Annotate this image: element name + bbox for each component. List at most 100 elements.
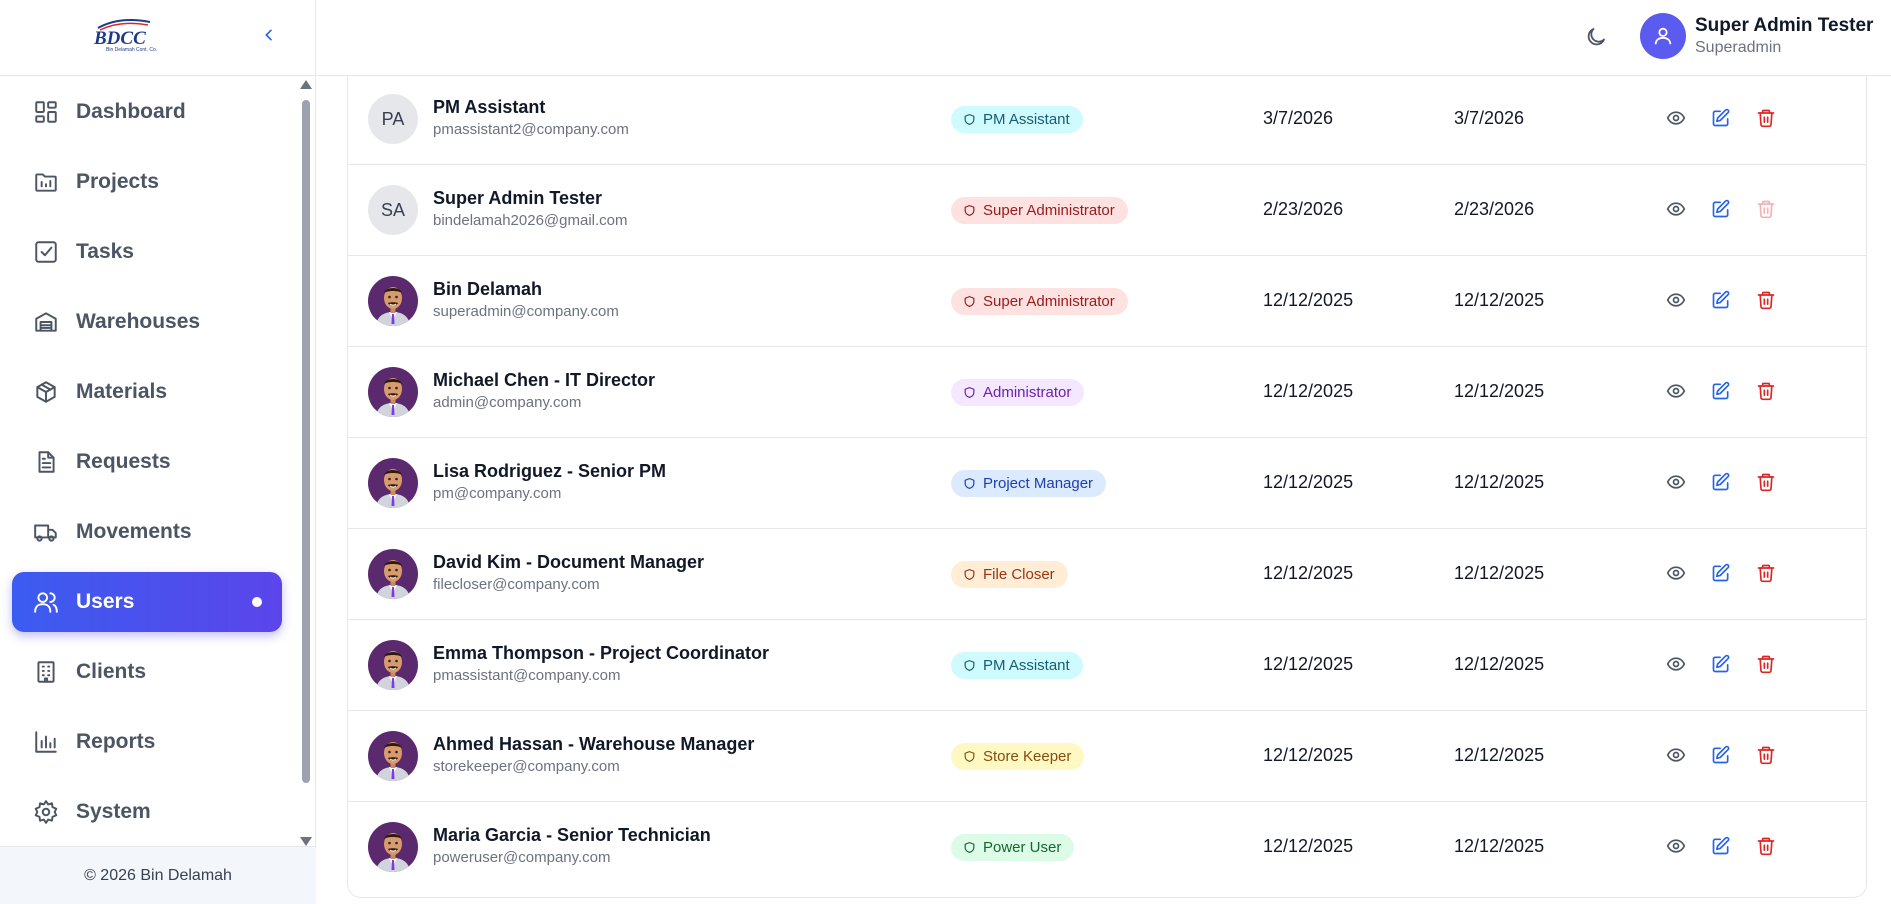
sidebar-item-movements[interactable]: Movements [12, 502, 282, 562]
sidebar-item-warehouses[interactable]: Warehouses [12, 292, 282, 352]
user-email: admin@company.com [433, 394, 582, 411]
role-label: PM Assistant [983, 111, 1070, 128]
scroll-up-arrow-icon[interactable] [300, 80, 312, 89]
edit-user-button[interactable] [1708, 380, 1734, 406]
user-email: poweruser@company.com [433, 849, 611, 866]
eye-icon [1666, 381, 1686, 406]
user-email: pm@company.com [433, 485, 562, 502]
sidebar-item-projects[interactable]: Projects [12, 152, 282, 212]
table-row: SA Super Admin Tester bindelamah2026@gmail… [348, 165, 1866, 256]
edit-user-button[interactable] [1708, 107, 1734, 133]
view-user-button[interactable] [1663, 835, 1689, 861]
edit-user-button[interactable] [1708, 653, 1734, 679]
svg-text:Bin Delamah Cont. Co.: Bin Delamah Cont. Co. [106, 47, 157, 53]
warehouse-icon [32, 308, 60, 336]
svg-text:BDCC: BDCC [93, 28, 146, 49]
shield-icon [963, 477, 977, 491]
user-email: storekeeper@company.com [433, 758, 620, 775]
package-icon [32, 378, 60, 406]
view-user-button[interactable] [1663, 471, 1689, 497]
scroll-thumb[interactable] [302, 100, 310, 783]
role-label: Super Administrator [983, 293, 1115, 310]
role-label: Project Manager [983, 475, 1094, 492]
sidebar-item-label: Requests [76, 450, 171, 473]
updated-date: 3/7/2026 [1454, 108, 1525, 128]
trash-icon [1756, 654, 1776, 679]
role-badge: Power User [951, 834, 1075, 861]
sidebar-item-clients[interactable]: Clients [12, 642, 282, 702]
avatar [368, 731, 418, 781]
delete-user-button[interactable] [1753, 289, 1779, 315]
user-email: pmassistant2@company.com [433, 121, 629, 138]
eye-icon [1666, 745, 1686, 770]
edit-user-button[interactable] [1708, 471, 1734, 497]
chevron-left-icon [265, 29, 272, 41]
sidebar-item-label: Projects [76, 170, 159, 193]
edit-user-button[interactable] [1708, 562, 1734, 588]
table-row: Ahmed Hassan - Warehouse Manager storekee… [348, 711, 1866, 802]
updated-date: 12/12/2025 [1454, 472, 1545, 492]
sidebar-item-label: Dashboard [76, 100, 186, 123]
edit-user-button[interactable] [1708, 198, 1734, 224]
user-avatar-button[interactable] [1640, 13, 1686, 59]
sidebar-item-dashboard[interactable]: Dashboard [12, 82, 282, 142]
view-user-button[interactable] [1663, 744, 1689, 770]
sidebar-scrollbar[interactable] [298, 80, 312, 846]
scroll-down-arrow-icon[interactable] [300, 837, 312, 846]
sidebar: BDCC Bin Delamah Cont. Co. Dashboard Proj… [0, 0, 316, 904]
edit-user-button[interactable] [1708, 835, 1734, 861]
user-name: Michael Chen - IT Director [433, 370, 656, 390]
table-row: Lisa Rodriguez - Senior PM pm@company.com… [348, 438, 1866, 529]
edit-user-button[interactable] [1708, 289, 1734, 315]
shield-icon [963, 295, 977, 309]
shield-icon [963, 204, 977, 218]
collapse-sidebar-button[interactable] [256, 22, 282, 48]
moon-icon [1587, 28, 1605, 46]
role-label: File Closer [983, 566, 1055, 583]
view-user-button[interactable] [1663, 289, 1689, 315]
role-label: Store Keeper [983, 748, 1072, 765]
user-name: Maria Garcia - Senior Technician [433, 825, 711, 845]
view-user-button[interactable] [1663, 562, 1689, 588]
users-table: PA PM Assistant pmassistant2@company.com PM… [347, 76, 1867, 898]
view-user-button[interactable] [1663, 107, 1689, 133]
role-badge: PM Assistant [951, 106, 1083, 133]
company-logo: BDCC Bin Delamah Cont. Co. [90, 16, 170, 54]
sidebar-item-materials[interactable]: Materials [12, 362, 282, 422]
updated-date: 12/12/2025 [1454, 745, 1545, 765]
delete-user-button[interactable] [1753, 744, 1779, 770]
delete-user-button[interactable] [1753, 835, 1779, 861]
delete-user-button[interactable] [1753, 471, 1779, 497]
view-user-button[interactable] [1663, 198, 1689, 224]
delete-user-button[interactable] [1753, 107, 1779, 133]
user-email: pmassistant@company.com [433, 667, 621, 684]
sidebar-item-requests[interactable]: Requests [12, 432, 282, 492]
updated-date: 12/12/2025 [1454, 836, 1545, 856]
created-date: 12/12/2025 [1263, 745, 1354, 765]
sidebar-item-users[interactable]: Users [12, 572, 282, 632]
sidebar-item-system[interactable]: System [12, 782, 282, 842]
eye-icon [1666, 563, 1686, 588]
avatar [368, 458, 418, 508]
view-user-button[interactable] [1663, 653, 1689, 679]
shield-icon [963, 841, 977, 855]
sidebar-item-reports[interactable]: Reports [12, 712, 282, 772]
view-user-button[interactable] [1663, 380, 1689, 406]
created-date: 12/12/2025 [1263, 654, 1354, 674]
folder-icon [32, 168, 60, 196]
delete-user-button[interactable] [1753, 653, 1779, 679]
created-date: 3/7/2026 [1263, 108, 1334, 128]
sidebar-item-tasks[interactable]: Tasks [12, 222, 282, 282]
theme-toggle-button[interactable] [1579, 20, 1613, 54]
edit-user-button[interactable] [1708, 744, 1734, 770]
created-date: 12/12/2025 [1263, 290, 1354, 310]
role-badge: Super Administrator [951, 288, 1128, 315]
shield-icon [963, 568, 977, 582]
role-label: PM Assistant [983, 657, 1070, 674]
bar-chart-icon [32, 728, 60, 756]
role-badge: Project Manager [951, 470, 1107, 497]
current-user-name: Super Admin Tester [1695, 15, 1874, 36]
delete-user-button[interactable] [1753, 562, 1779, 588]
role-label: Power User [983, 839, 1062, 856]
delete-user-button[interactable] [1753, 380, 1779, 406]
